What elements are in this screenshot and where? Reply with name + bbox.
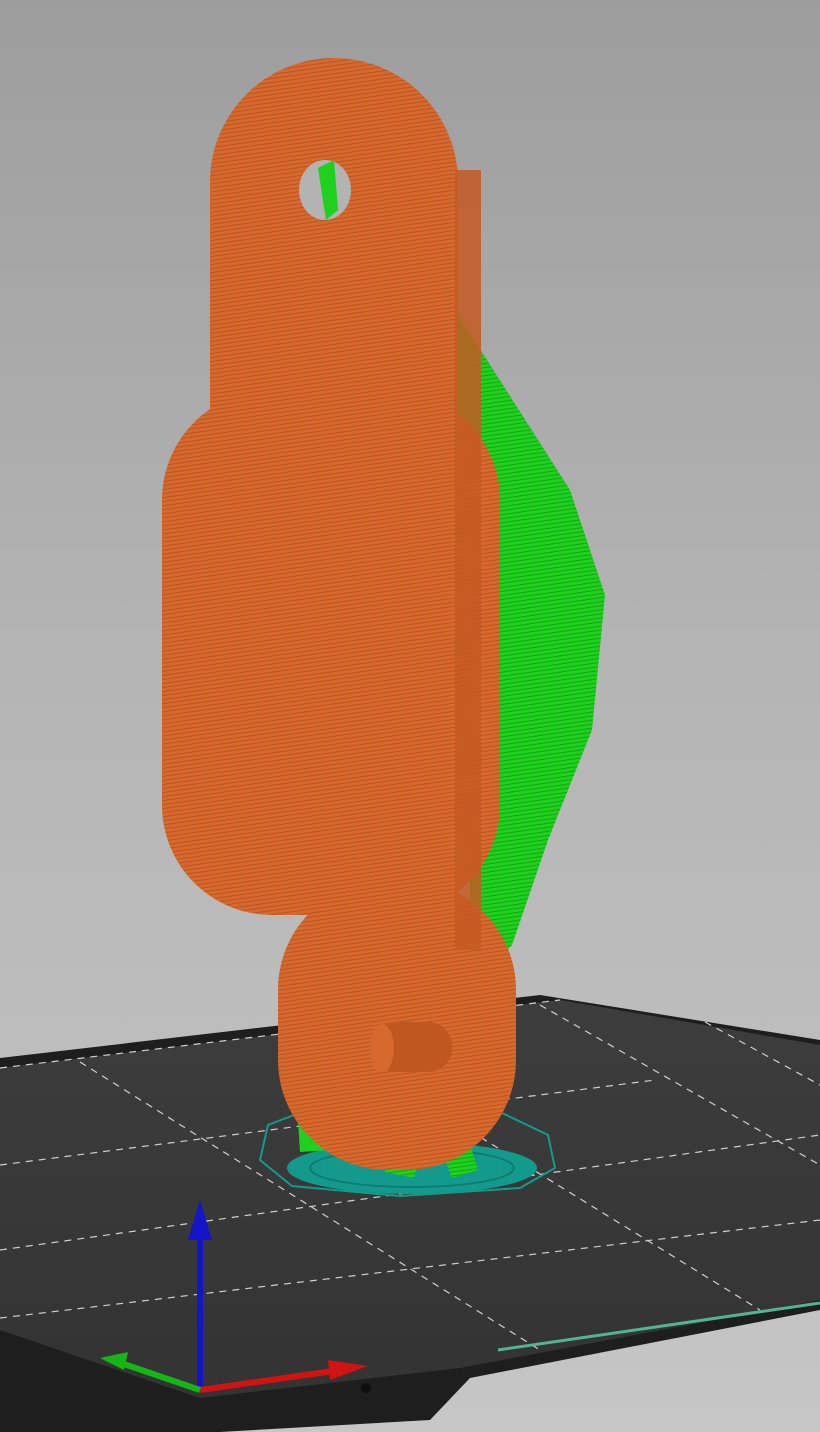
model-peg-cap [370, 1024, 394, 1072]
printed-model [162, 58, 516, 1170]
bed-screw-hole [361, 1383, 371, 1393]
model-side-wall [455, 170, 481, 950]
model-middle-body [162, 390, 500, 915]
3d-preview-viewport[interactable] [0, 0, 820, 1432]
